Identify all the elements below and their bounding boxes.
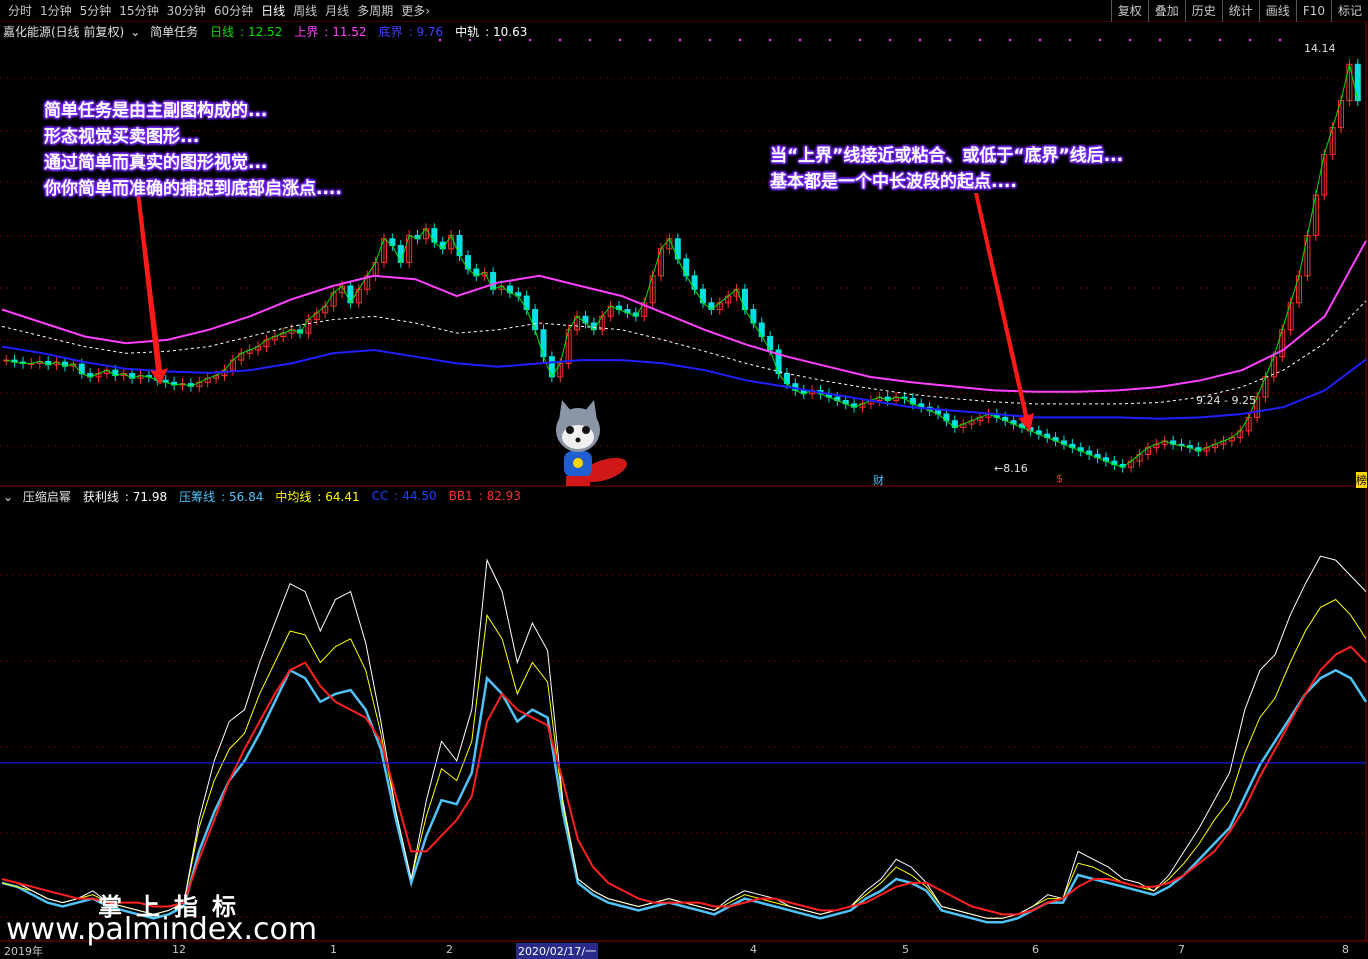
signal-dot (1278, 38, 1282, 42)
signal-dot (1098, 38, 1102, 42)
right-annotation: 当“上界”线接近或粘合、或低于“底界”线后... 基本都是一个中长波段的起点..… (770, 143, 1123, 195)
signal-dot (738, 38, 742, 42)
x-label-6: 6 (1032, 943, 1039, 956)
bb-line (1, 645, 1367, 916)
x-label-7: 7 (1178, 943, 1185, 956)
right-arrow (974, 193, 1034, 432)
watermark-url: www.palmindex.com (6, 912, 318, 947)
signal-dot (828, 38, 832, 42)
signal-dot (1038, 38, 1042, 42)
x-label-4: 4 (750, 943, 757, 956)
range-label: 9.24 - 9.25 (1196, 394, 1256, 407)
x-cursor-date: 2020/02/17/一 (516, 943, 599, 959)
x-label-5: 5 (902, 943, 909, 956)
x-label-2: 2 (446, 943, 453, 956)
signal-dot (618, 38, 622, 42)
candle-body (741, 288, 748, 311)
x-label-8: 8 (1342, 943, 1349, 956)
signal-dot (798, 38, 802, 42)
signal-dot (1008, 38, 1012, 42)
signal-dot (768, 38, 772, 42)
signal-dot (528, 38, 532, 42)
signal-dot (1068, 38, 1072, 42)
mascot-emblem (573, 458, 583, 468)
low-price-label: ←8.16 (994, 462, 1028, 475)
mid-line (1, 300, 1367, 405)
signal-dot (438, 38, 442, 42)
x-label-1: 1 (330, 943, 337, 956)
signal-dot (978, 38, 982, 42)
grid (0, 77, 1366, 918)
signal-dot (678, 38, 682, 42)
left-annotation-line-3: 通过简单而真实的图形视觉... (44, 153, 268, 173)
right-annotation-line-1: 当“上界”线接近或粘合、或低于“底界”线后... (770, 146, 1124, 166)
left-annotation-line-1: 简单任务是由主副图构成的... (44, 101, 268, 121)
marker-right[interactable]: 榜 (1356, 472, 1367, 488)
left-annotation-line-4: 你你简单而准确的捕捉到底部启涨点.... (44, 179, 342, 199)
hl-line (1, 555, 1367, 919)
signal-dot (1188, 38, 1192, 42)
signal-dot (648, 38, 652, 42)
zj-line (1, 598, 1367, 919)
high-price-label: 14.14 (1304, 42, 1336, 55)
signal-dot (708, 38, 712, 42)
signal-dot (1218, 38, 1222, 42)
signal-dot (498, 38, 502, 42)
signal-dot (588, 38, 592, 42)
husky-mascot (556, 400, 628, 486)
signal-dot (1128, 38, 1132, 42)
top-signal-marks (438, 38, 1282, 42)
marker-cai[interactable]: 财 (873, 472, 884, 488)
left-arrow (136, 193, 168, 385)
mascot-legs (566, 476, 590, 486)
mascot-eye-right (582, 426, 590, 434)
signal-dot (468, 38, 472, 42)
signal-dot (888, 38, 892, 42)
mascot-nose (575, 437, 581, 443)
mascot-eye-left (566, 426, 574, 434)
right-annotation-line-2: 基本都是一个中长波段的起点.... (770, 172, 1017, 192)
sub-lines (0, 555, 1368, 924)
marker-s[interactable]: $ (1056, 472, 1063, 485)
left-annotation: 简单任务是由主副图构成的... 形态视觉买卖图形... 通过简单而真实的图形视觉… (44, 98, 342, 202)
signal-dot (558, 38, 562, 42)
left-annotation-line-2: 形态视觉买卖图形... (44, 127, 200, 147)
signal-dot (858, 38, 862, 42)
signal-dot (948, 38, 952, 42)
low-price-value: 8.16 (1003, 462, 1028, 475)
signal-dot (918, 38, 922, 42)
signal-dot (1248, 38, 1252, 42)
signal-dot (1158, 38, 1162, 42)
